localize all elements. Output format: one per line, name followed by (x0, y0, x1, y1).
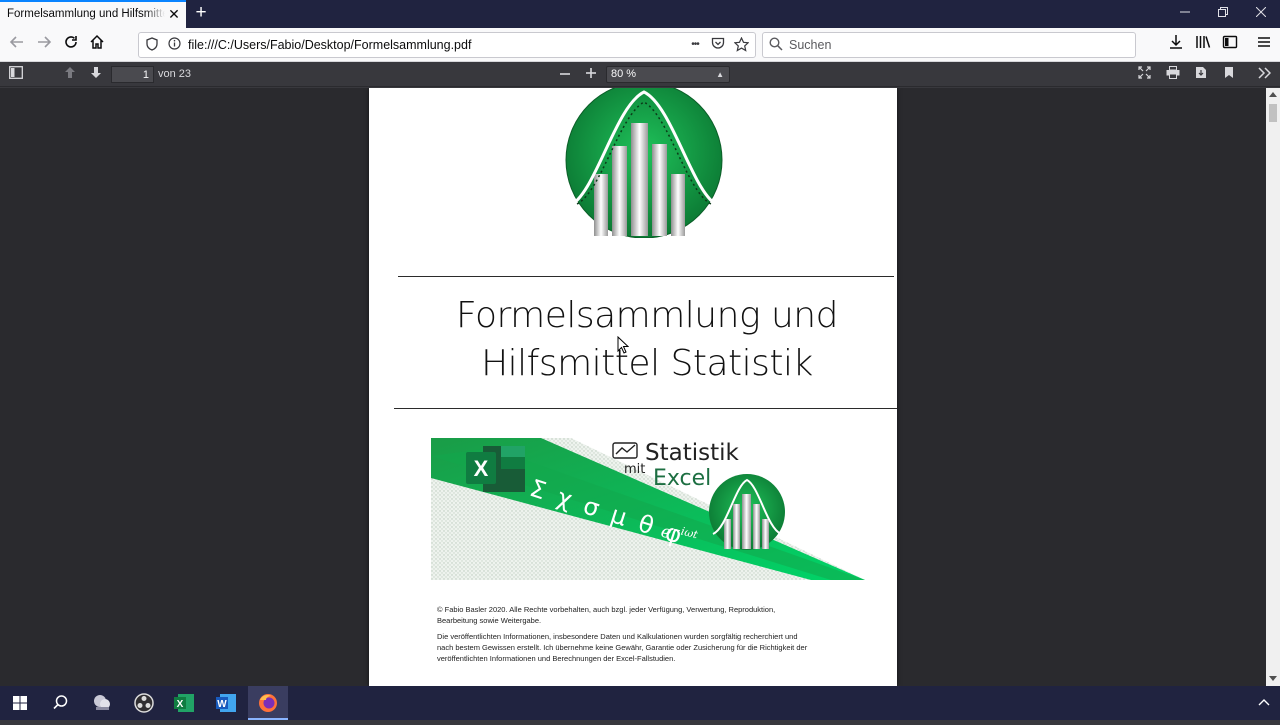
navigation-bar: file:///C:/Users/Fabio/Desktop/Formelsam… (0, 28, 1280, 62)
firefox-app-icon[interactable] (248, 686, 288, 720)
library-icon[interactable] (1192, 34, 1214, 56)
search-bar[interactable] (762, 32, 1136, 58)
obs-studio-icon[interactable] (124, 686, 164, 720)
tab-formelsammlung[interactable]: Formelsammlung und Hilfsmittel Statistik… (0, 0, 186, 28)
pdf-page: Formelsammlung und Hilfsmittel Statistik (369, 88, 897, 686)
top-rule (398, 276, 894, 277)
print-icon[interactable] (1163, 65, 1183, 84)
url-text[interactable]: file:///C:/Users/Fabio/Desktop/Formelsam… (188, 38, 471, 52)
tab-title: Formelsammlung und Hilfsmittel Statistik (7, 8, 165, 20)
statistik-mit-excel-banner: X Statistik mit Excel Σ χ σ μ θ φ e−iωt (431, 438, 865, 580)
home-icon[interactable] (86, 34, 108, 56)
pocket-icon[interactable] (710, 37, 726, 53)
statistik-logo-image (565, 88, 723, 239)
page-count: von 23 (158, 68, 192, 80)
next-page-icon[interactable] (86, 65, 106, 84)
snipping-tool-icon[interactable] (82, 686, 122, 720)
word-app-icon[interactable]: W (206, 686, 246, 720)
mouse-cursor-icon (617, 335, 630, 354)
pdf-toolbar: von 23 80 % ▲ (0, 62, 1280, 87)
page-actions-icon[interactable]: ••• (685, 37, 705, 53)
banner-brand-excel: Excel (653, 466, 712, 491)
save-download-icon[interactable] (1191, 65, 1211, 84)
url-bar[interactable]: file:///C:/Users/Fabio/Desktop/Formelsam… (138, 32, 756, 58)
presentation-mode-icon[interactable] (1134, 65, 1154, 84)
zoom-select[interactable]: 80 % ▲ (606, 66, 730, 83)
svg-text:W: W (217, 699, 227, 710)
new-tab-button[interactable]: + (192, 3, 210, 23)
forward-icon[interactable] (33, 34, 55, 56)
search-input[interactable] (789, 37, 1119, 53)
copyright-notice: © Fabio Basler 2020. Alle Rechte vorbeha… (437, 605, 776, 625)
windows-taskbar: X W (0, 686, 1280, 720)
window-close-icon[interactable] (1246, 4, 1276, 22)
page-number-input[interactable] (111, 66, 154, 83)
zoom-value: 80 % (611, 68, 637, 80)
banner-brand-mit: mit (624, 462, 646, 477)
bookmark-star-icon[interactable] (733, 36, 749, 53)
scroll-down-icon[interactable] (1266, 672, 1280, 686)
show-hidden-icons-icon[interactable] (1248, 686, 1280, 720)
back-icon[interactable] (6, 34, 28, 56)
zoom-in-icon[interactable] (581, 65, 601, 84)
menu-icon[interactable] (1253, 34, 1275, 56)
banner-brand-statistik: Statistik (645, 440, 739, 466)
toggle-sidebar-icon[interactable] (6, 65, 26, 84)
pdf-viewer[interactable]: Formelsammlung und Hilfsmittel Statistik (0, 88, 1266, 686)
shield-icon[interactable] (144, 37, 160, 53)
scroll-up-icon[interactable] (1266, 88, 1280, 102)
tab-bar: Formelsammlung und Hilfsmittel Statistik… (0, 0, 1280, 28)
tools-chevron-icon[interactable] (1254, 65, 1274, 84)
title-line-1: Formelsammlung und (456, 295, 838, 336)
disclaimer-text: Die veröffentlichten Informationen, insb… (437, 632, 808, 663)
svg-text:X: X (474, 456, 489, 481)
vertical-scrollbar[interactable] (1266, 88, 1280, 686)
updown-arrows-icon: ▲ (716, 70, 724, 79)
windows-start-icon[interactable] (0, 686, 40, 720)
downloads-icon[interactable] (1165, 34, 1187, 56)
svg-text:X: X (177, 699, 184, 710)
info-icon[interactable] (166, 37, 182, 53)
restore-icon[interactable] (1208, 4, 1238, 22)
previous-page-icon[interactable] (60, 65, 80, 84)
search-icon (769, 37, 785, 53)
taskbar-search-icon[interactable] (40, 686, 80, 720)
bottom-rule (394, 408, 897, 409)
minimize-icon[interactable] (1170, 4, 1200, 22)
sidebar-icon[interactable] (1219, 34, 1241, 56)
document-title: Formelsammlung und Hilfsmittel Statistik (369, 292, 925, 388)
close-tab-icon[interactable]: ✕ (167, 6, 181, 22)
reload-icon[interactable] (60, 34, 82, 56)
zoom-out-icon[interactable] (555, 65, 575, 84)
title-line-2: Hilfsmittel Statistik (481, 343, 813, 384)
scrollbar-thumb[interactable] (1269, 104, 1277, 122)
bookmark-icon[interactable] (1219, 65, 1239, 84)
excel-app-icon[interactable]: X (164, 686, 204, 720)
